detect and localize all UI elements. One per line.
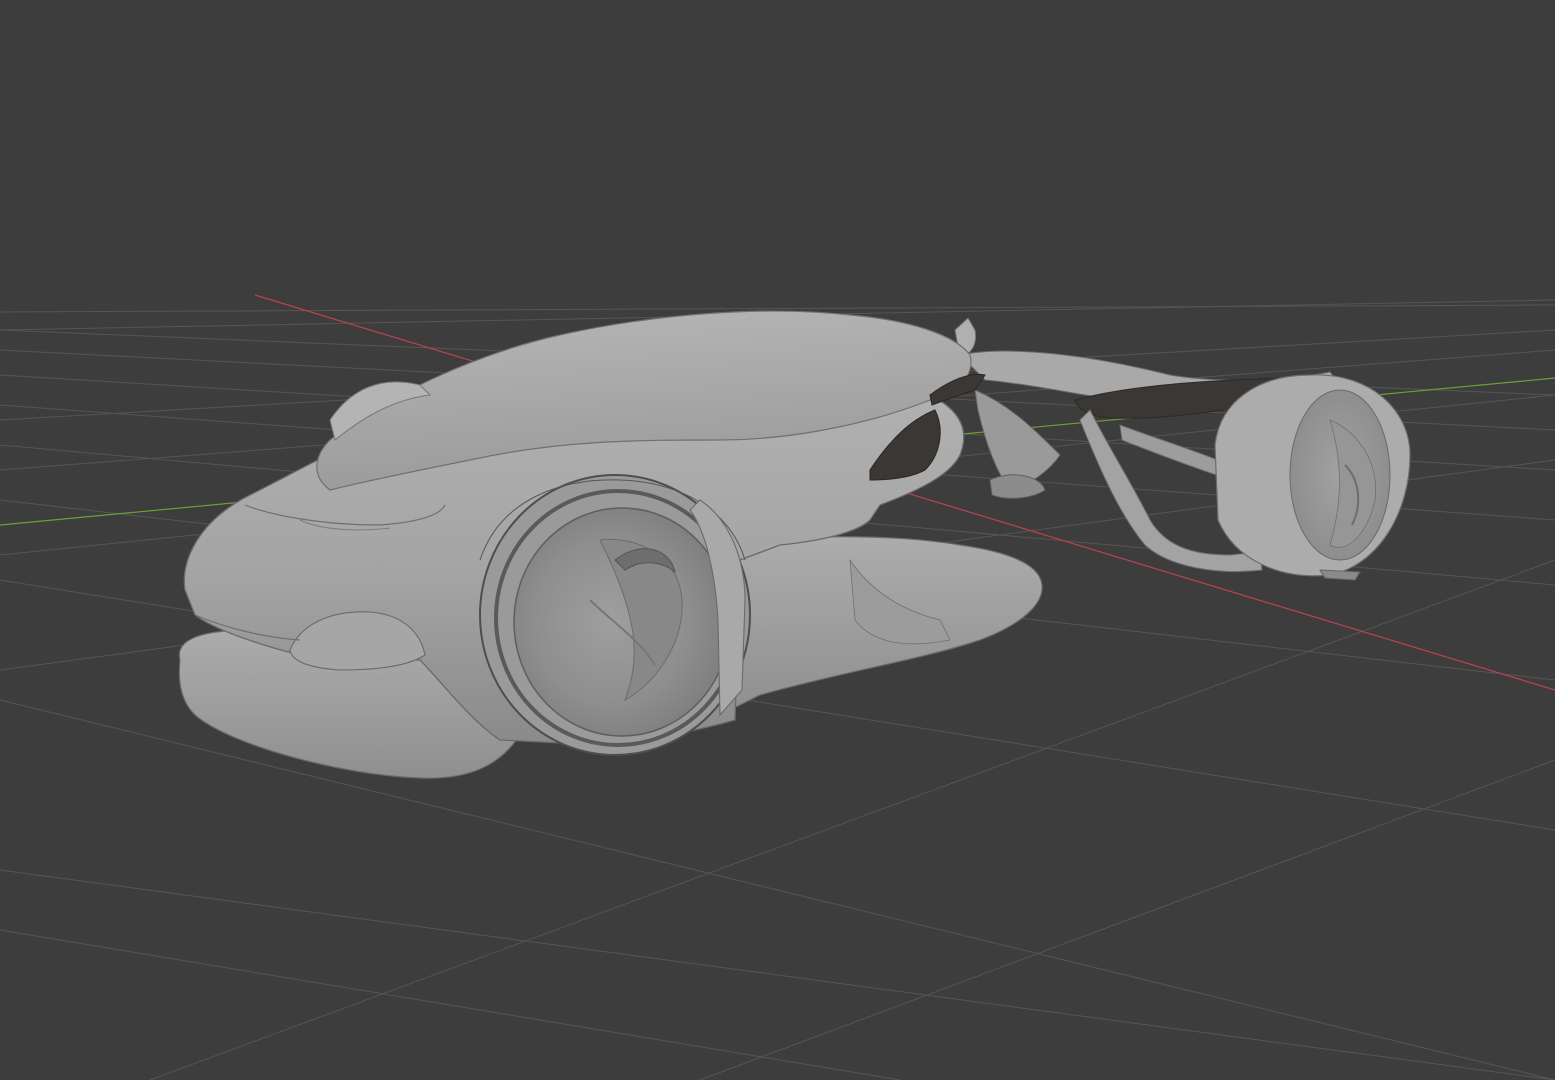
grid-line (0, 699, 1555, 1080)
grid-line (0, 869, 1555, 1080)
viewport-canvas[interactable] (0, 0, 1555, 1080)
3d-viewport[interactable] (0, 0, 1555, 1080)
grid-line (0, 929, 901, 1080)
rear-wheel-turbine (1214, 374, 1411, 581)
grid-line (699, 759, 1555, 1080)
